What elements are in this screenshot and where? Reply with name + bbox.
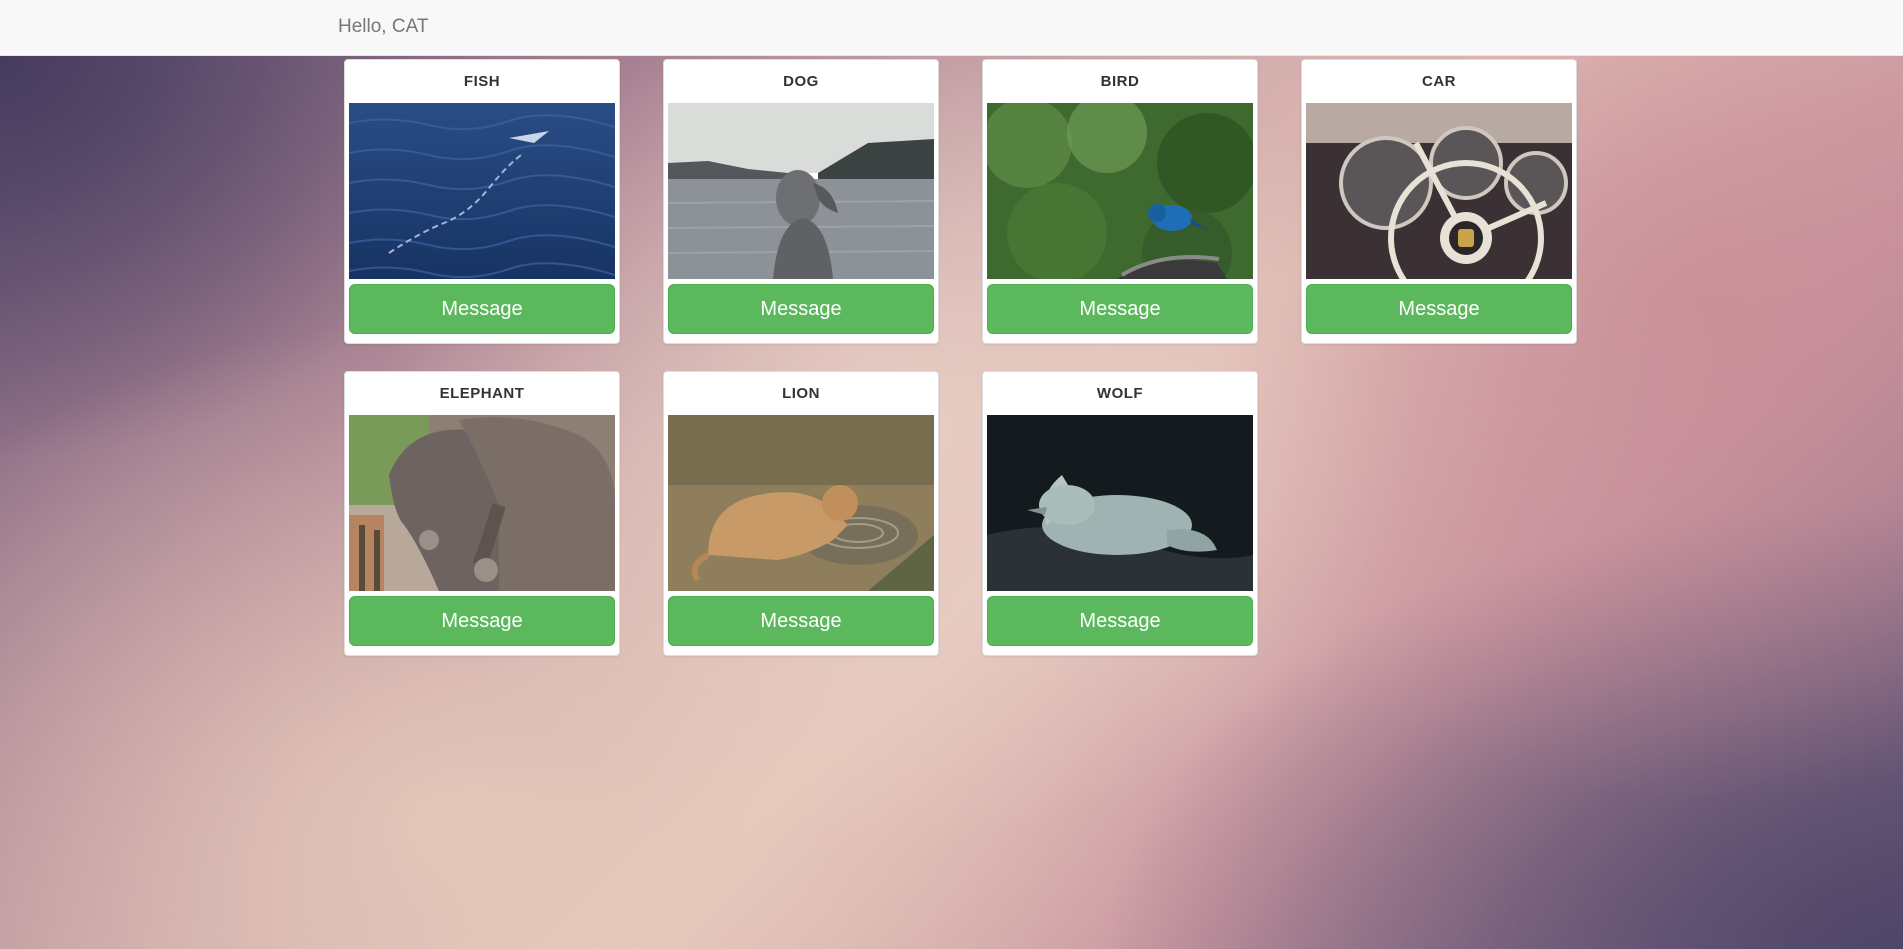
card-bird: BIRD Message (982, 59, 1258, 344)
message-button[interactable]: Message (349, 284, 615, 334)
wolf-image (987, 415, 1253, 591)
elephant-image (349, 415, 615, 591)
card-title: CAR (1422, 73, 1456, 90)
card-car: CAR Message (1301, 59, 1577, 344)
navbar-brand[interactable]: Hello, CAT (338, 16, 428, 38)
message-button[interactable]: Message (668, 596, 934, 646)
card-grid: FISH Message DOG Message BIRD Message CA… (344, 59, 1584, 656)
card-title: LION (782, 385, 820, 402)
car-image (1306, 103, 1572, 279)
card-title: BIRD (1100, 73, 1140, 90)
lion-image (668, 415, 934, 591)
card-title: FISH (463, 73, 501, 90)
card-title: ELEPHANT (439, 385, 525, 402)
dog-image (668, 103, 934, 279)
message-button[interactable]: Message (668, 284, 934, 334)
bird-image (987, 103, 1253, 279)
message-button[interactable]: Message (349, 596, 615, 646)
message-button[interactable]: Message (1306, 284, 1572, 334)
message-button[interactable]: Message (987, 596, 1253, 646)
card-lion: LION Message (663, 371, 939, 656)
card-title: DOG (783, 73, 819, 90)
card-wolf: WOLF Message (982, 371, 1258, 656)
card-elephant: ELEPHANT Message (344, 371, 620, 656)
top-navbar: Hello, CAT (0, 0, 1903, 56)
fish-image (349, 103, 615, 279)
card-dog: DOG Message (663, 59, 939, 344)
card-fish: FISH Message (344, 59, 620, 344)
message-button[interactable]: Message (987, 284, 1253, 334)
card-title: WOLF (1096, 385, 1144, 402)
